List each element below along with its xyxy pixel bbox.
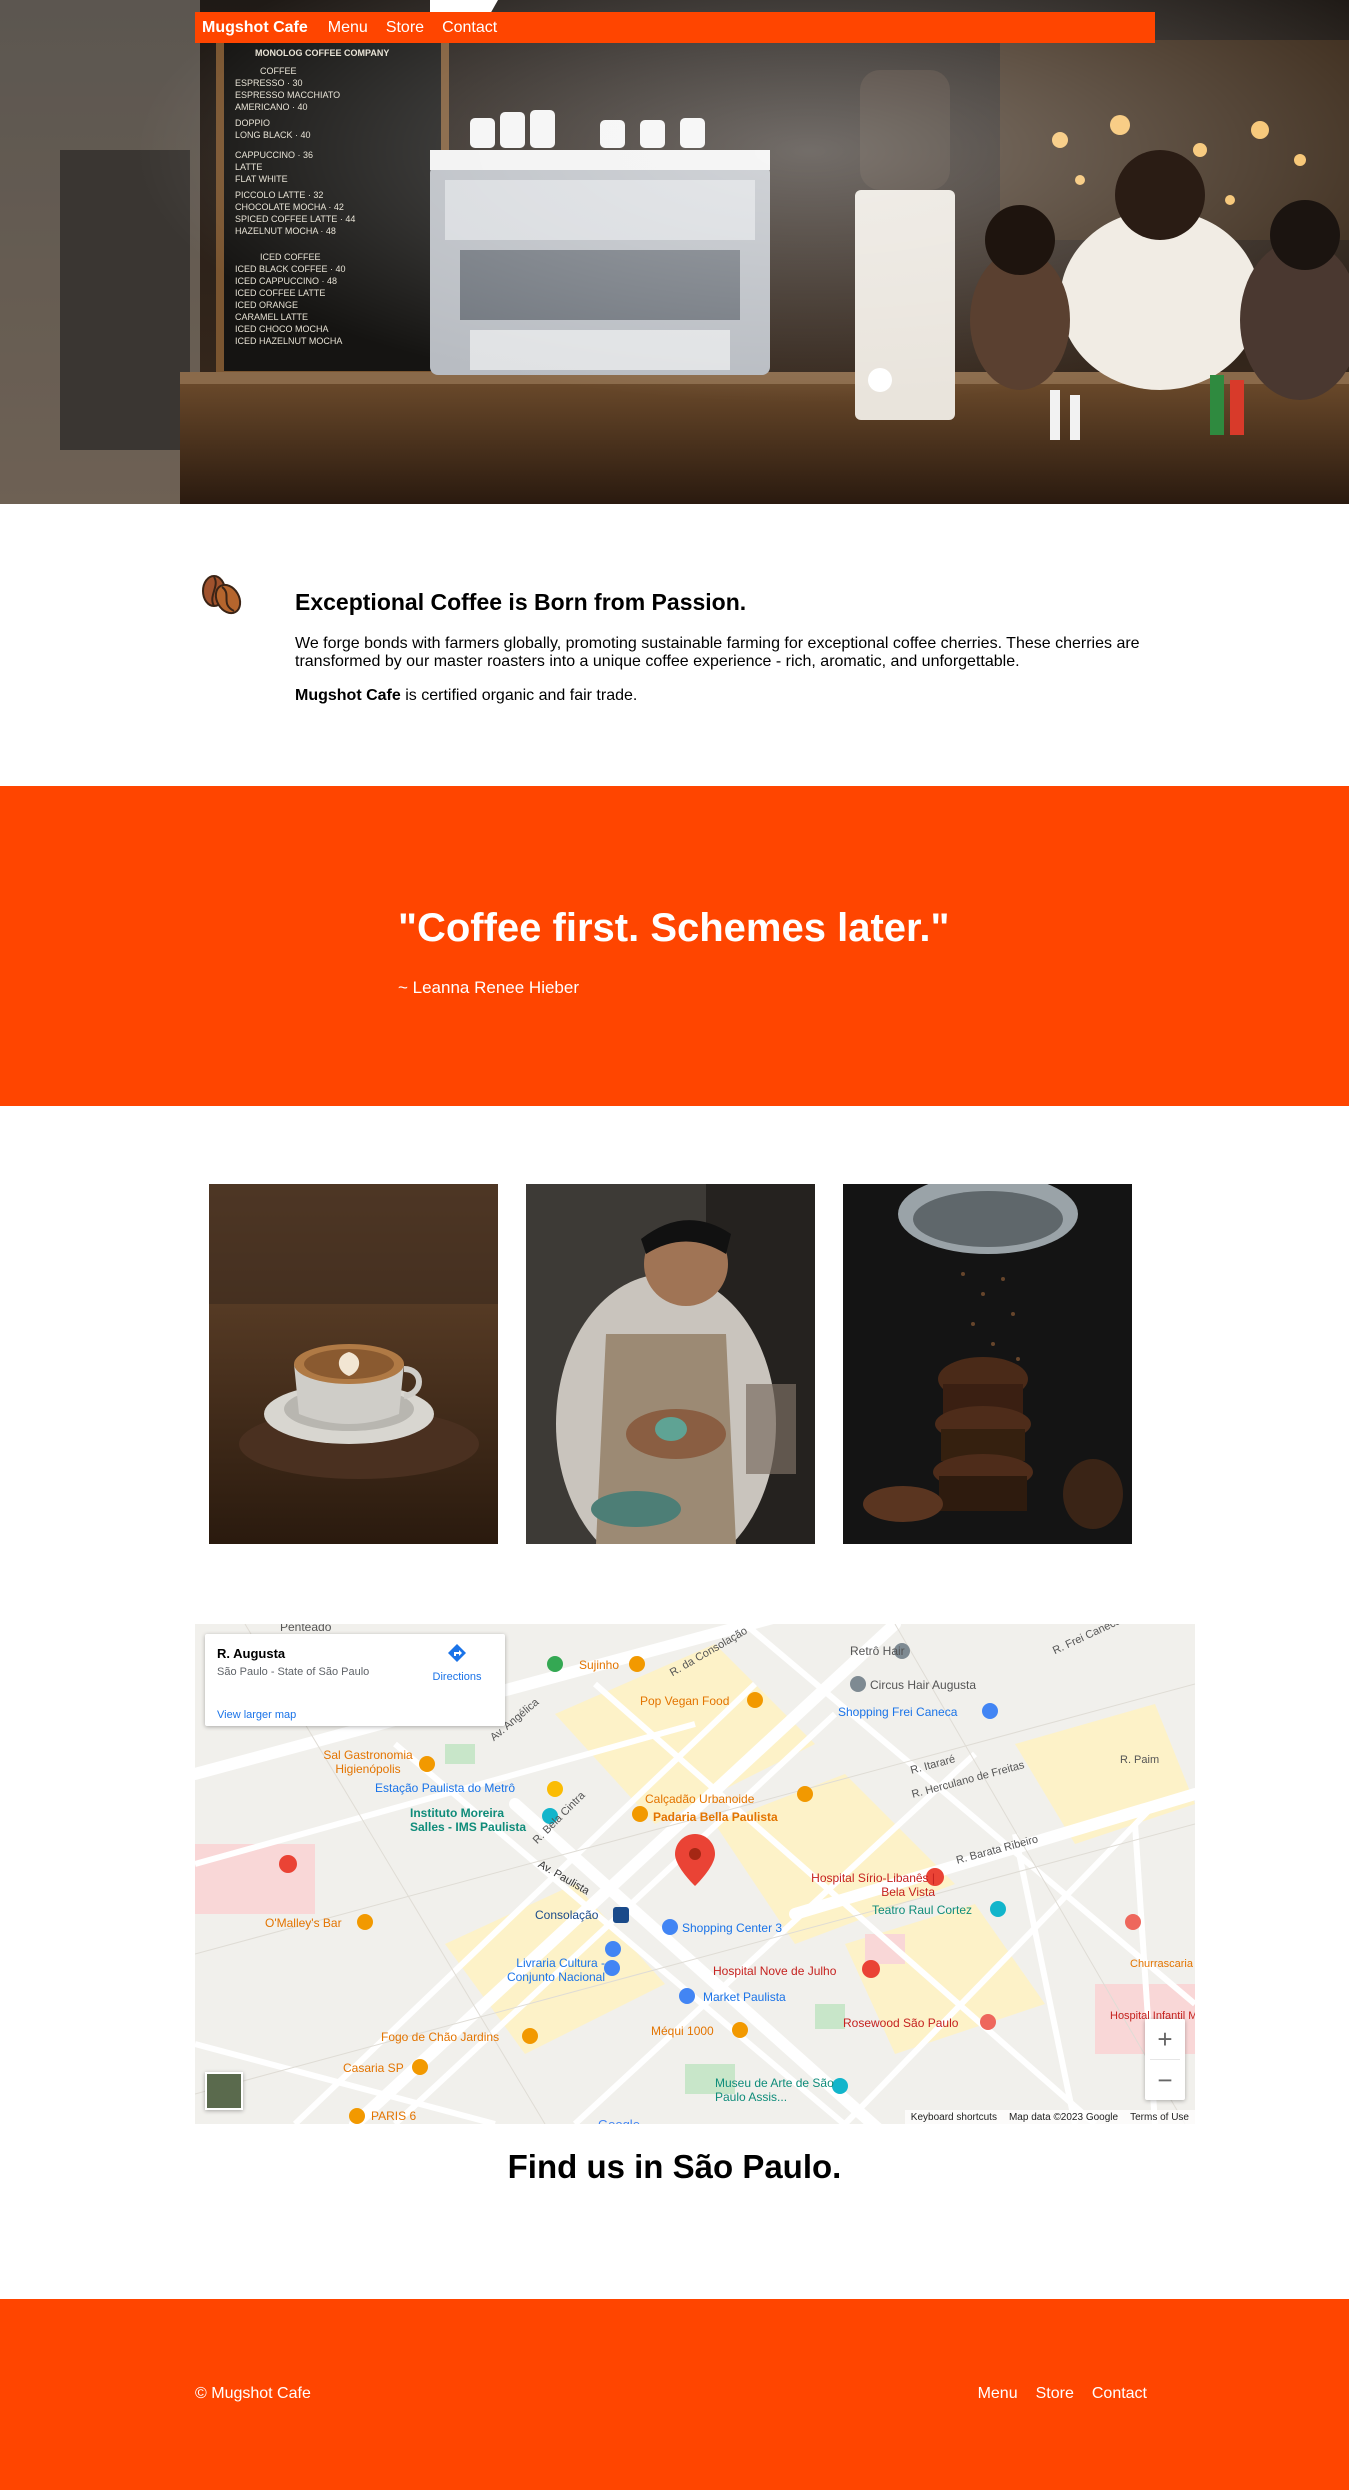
zoom-controls: + −: [1145, 2019, 1185, 2100]
barista-photo: [526, 1184, 815, 1544]
map-label: Fogo de Chão Jardins: [381, 2030, 500, 2044]
cert-text: is certified organic and fair trade.: [400, 687, 638, 704]
passion-certification: Mugshot Cafe is certified organic and fa…: [295, 687, 637, 705]
navbar: Mugshot Cafe Menu Store Contact: [195, 12, 1155, 43]
nav-link-menu[interactable]: Menu: [328, 19, 368, 37]
muffins-photo: [843, 1184, 1132, 1544]
nav-brand[interactable]: Mugshot Cafe: [202, 19, 308, 37]
map-label: Shopping Center 3: [682, 1921, 783, 1935]
map-label: Market Paulista: [703, 1990, 786, 2004]
map-label: Shopping Frei Caneca: [838, 1705, 958, 1719]
place-title: R. Augusta: [217, 1646, 286, 1661]
find-us-title: Find us in São Paulo.: [507, 2148, 842, 2185]
map-label: Estação Paulista do Metrô: [375, 1781, 516, 1795]
cafe-interior-photo: MONOLOG COFFEE COMPANY COFFEE ESPRESSO ·…: [0, 0, 1349, 504]
map-label: Casaria SP: [343, 2061, 404, 2075]
keyboard-shortcuts-link[interactable]: Keyboard shortcuts: [911, 2112, 997, 2123]
map-label: Calçadão Urbanoide: [645, 1792, 755, 1806]
map-label: Hospital Nove de Julho: [713, 1964, 837, 1978]
map-label: Instituto Moreira Salles - IMS Paulista: [410, 1806, 527, 1834]
map-label: Consolação: [535, 1908, 599, 1922]
footer-link-contact[interactable]: Contact: [1092, 2385, 1147, 2403]
map-label: Retrô Hair: [850, 1644, 905, 1658]
map-label: Livraria Cultura - Conjunto Nacional: [506, 1956, 605, 1984]
zoom-out-button[interactable]: −: [1145, 2060, 1185, 2100]
map-attribution: Keyboard shortcuts Map data ©2023 Google…: [904, 2110, 1195, 2124]
map-label: Padaria Bella Paulista: [653, 1810, 778, 1824]
nav-tab-shape: [430, 0, 498, 12]
map-label: Churrascaria do Carne Ma: [1130, 1958, 1195, 1970]
map-label: Méqui 1000: [651, 2024, 714, 2038]
gallery-image-barista: [526, 1184, 815, 1544]
map-label: R. Paim: [1120, 1754, 1160, 1766]
latte-cup-photo: [209, 1184, 498, 1544]
passion-text: We forge bonds with farmers globally, pr…: [295, 635, 1140, 670]
hero-image: MONOLOG COFFEE COMPANY COFFEE ESPRESSO ·…: [0, 0, 1349, 504]
gallery-image-latte: [209, 1184, 498, 1544]
svg-text:Google: Google: [598, 2117, 640, 2124]
cert-brand: Mugshot Cafe: [295, 687, 401, 704]
map-label: Rosewood São Paulo: [843, 2016, 959, 2030]
quote-section: "Coffee first. Schemes later." ~ Leanna …: [0, 786, 1349, 1106]
zoom-in-button[interactable]: +: [1145, 2019, 1185, 2059]
footer-copyright: © Mugshot Cafe: [195, 2385, 311, 2402]
passion-title: Exceptional Coffee is Born from Passion.: [295, 589, 747, 615]
directions-icon: [448, 1644, 466, 1662]
map-label: Pop Vegan Food: [640, 1694, 730, 1708]
place-address: São Paulo - State of São Paulo: [217, 1666, 370, 1678]
quote-text: "Coffee first. Schemes later.": [398, 906, 950, 950]
terms-link[interactable]: Terms of Use: [1130, 2112, 1189, 2123]
quote-author: ~ Leanna Renee Hieber: [398, 978, 579, 997]
gallery-image-muffins: [843, 1184, 1132, 1544]
map-label: Teatro Raul Cortez: [872, 1903, 973, 1917]
map-label: Sal Gastronomia Higienópolis: [323, 1748, 413, 1776]
map-place-card: R. Augusta São Paulo - State of São Paul…: [205, 1634, 505, 1726]
map-label: Sujinho: [579, 1658, 620, 1672]
google-map[interactable]: Google Penteado Retrô Hair R. Frei Canec…: [195, 1624, 1195, 2124]
nav-link-store[interactable]: Store: [386, 19, 424, 37]
nav-link-contact[interactable]: Contact: [442, 19, 497, 37]
view-larger-map-link[interactable]: View larger map: [217, 1709, 296, 1721]
directions-button[interactable]: Directions: [427, 1642, 487, 1683]
coffee-beans-icon: [202, 575, 242, 615]
footer-links: Menu Store Contact: [978, 2385, 1147, 2403]
footer-link-menu[interactable]: Menu: [978, 2385, 1018, 2403]
map-label: Hospital Sírio-Libanês | Bela Vista: [811, 1871, 935, 1899]
map-label: O'Malley's Bar: [265, 1916, 342, 1930]
map-label: Penteado: [280, 1624, 332, 1634]
directions-label: Directions: [432, 1671, 482, 1683]
map-label: PARIS 6: [371, 2109, 417, 2123]
map-label: Museu de Arte de São Paulo Assis...: [715, 2076, 834, 2104]
footer: © Mugshot Cafe Menu Store Contact: [0, 2299, 1349, 2490]
map-data-text: Map data ©2023 Google: [1008, 2111, 1119, 2123]
map-label: Circus Hair Augusta: [870, 1678, 977, 1692]
footer-link-store[interactable]: Store: [1036, 2385, 1074, 2403]
passion-section: Exceptional Coffee is Born from Passion.…: [0, 504, 1349, 786]
satellite-toggle-thumbnail[interactable]: [205, 2072, 243, 2110]
